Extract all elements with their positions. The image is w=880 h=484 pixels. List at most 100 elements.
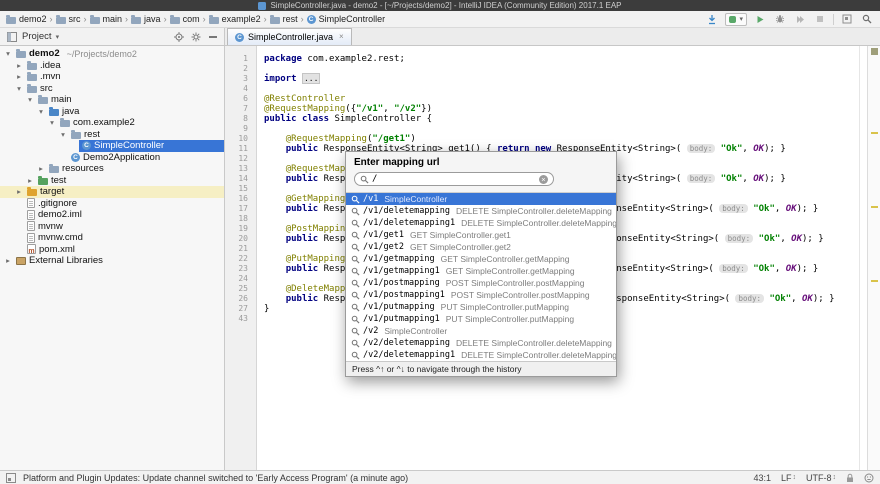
tree-item[interactable]: demo2.iml (0, 209, 224, 221)
tree-item[interactable]: ▾ main (0, 94, 224, 106)
mapping-item[interactable]: /v1/getmapping1 GET SimpleController.getM… (346, 265, 616, 277)
tree-item-label: External Libraries (29, 255, 103, 267)
arrow-down-icon[interactable]: ▾ (47, 117, 57, 128)
mapping-item[interactable]: /v2/deletemapping DELETE SimpleController… (346, 337, 616, 349)
tree-item[interactable]: ▾ java (0, 106, 224, 118)
encoding-selector[interactable]: UTF-8 ↕ (806, 473, 836, 483)
arrow-down-icon[interactable]: ▾ (3, 48, 13, 59)
mapping-path: /v1/putmapping (363, 302, 435, 312)
close-icon[interactable]: × (337, 33, 344, 41)
arrow-right-icon[interactable]: ▸ (25, 175, 35, 186)
tree-item[interactable]: SimpleController (0, 140, 224, 152)
mapping-item[interactable]: /v1/get2 GET SimpleController.get2 (346, 241, 616, 253)
tree-item[interactable]: ▸ resources (0, 163, 224, 175)
breadcrumb-item[interactable]: main (89, 14, 122, 24)
tree-item[interactable]: .gitignore (0, 198, 224, 210)
code-line[interactable]: 4 (225, 84, 880, 94)
mapping-item[interactable]: /v1/get1 GET SimpleController.get1 (346, 229, 616, 241)
tree-item[interactable]: mvnw.cmd (0, 232, 224, 244)
mapping-search-input[interactable]: / × (354, 172, 554, 186)
debug-button[interactable] (773, 13, 787, 26)
search-everywhere-icon[interactable] (860, 13, 874, 26)
breadcrumb-item[interactable]: src (55, 14, 81, 24)
run-button[interactable] (753, 13, 767, 26)
arrow-down-icon[interactable]: ▾ (14, 83, 24, 94)
highlighting-level-icon[interactable] (864, 473, 874, 483)
gear-icon[interactable] (189, 30, 202, 43)
tree-item[interactable]: pom.xml (0, 244, 224, 256)
clear-icon[interactable]: × (539, 174, 548, 184)
code-line[interactable]: 2 (225, 64, 880, 74)
mapping-detail: SimpleController (384, 326, 448, 336)
breadcrumb-item[interactable]: SimpleController (306, 14, 385, 24)
arrow-right-icon[interactable]: ▸ (14, 71, 24, 82)
tree-item[interactable]: ▾ demo2 ~/Projects/demo2 (0, 48, 224, 60)
tree-item[interactable]: mvnw (0, 221, 224, 233)
code-line[interactable]: 7 @RequestMapping({"/v1", "/v2"}) (225, 104, 880, 114)
mapping-item[interactable]: /v1/deletemapping DELETE SimpleController… (346, 205, 616, 217)
status-message[interactable]: Platform and Plugin Updates: Update chan… (23, 473, 408, 483)
tree-item[interactable]: ▾ src (0, 83, 224, 95)
mapping-item[interactable]: /v1 SimpleController (346, 193, 616, 205)
stop-button[interactable] (813, 13, 827, 26)
scroll-from-source-icon[interactable] (172, 30, 185, 43)
breadcrumb-item[interactable]: example2 (208, 14, 261, 24)
run-configuration-selector[interactable]: ▾ (725, 12, 747, 26)
line-ending-selector[interactable]: LF ↕ (781, 473, 796, 483)
line-number: 18 (238, 214, 248, 223)
code-line[interactable]: 6 @RestController (225, 94, 880, 104)
editor[interactable]: 1 package com.example2.rest; 2 3 import ... 4… (225, 46, 880, 470)
lock-icon[interactable] (846, 473, 854, 483)
tab-simplecontroller[interactable]: SimpleController.java × (227, 28, 352, 45)
code-line[interactable]: 3 import ... (225, 73, 880, 84)
tree-item[interactable]: ▸ test (0, 175, 224, 187)
mapping-item[interactable]: /v1/getmapping GET SimpleController.getMa… (346, 253, 616, 265)
code-line[interactable]: 8 public class SimpleController { (225, 114, 880, 124)
arrow-right-icon[interactable]: ▸ (36, 163, 46, 174)
warning-mark[interactable] (871, 132, 878, 134)
tree-item[interactable]: ▾ com.example2 (0, 117, 224, 129)
mapping-item[interactable]: /v1/postmapping1 POST SimpleController.po… (346, 289, 616, 301)
arrow-right-icon[interactable]: ▸ (3, 255, 13, 266)
mapping-item[interactable]: /v1/putmapping1 PUT SimpleController.putM… (346, 313, 616, 325)
caret-position[interactable]: 43:1 (753, 473, 771, 483)
mapping-item[interactable]: /v1/postmapping POST SimpleController.pos… (346, 277, 616, 289)
update-project-icon[interactable] (705, 13, 719, 26)
coverage-button[interactable] (793, 13, 807, 26)
breadcrumb-item[interactable]: com (169, 14, 200, 24)
mapping-detail: GET SimpleController.getMapping (440, 254, 570, 264)
inspections-indicator[interactable] (871, 48, 878, 55)
code-text: package com.example2.rest; (257, 54, 405, 64)
mapping-item[interactable]: /v2/deletemapping1 DELETE SimpleControlle… (346, 349, 616, 361)
project-structure-icon[interactable] (840, 13, 854, 26)
code-line[interactable]: 9 (225, 124, 880, 134)
arrow-down-icon[interactable]: ▾ (36, 106, 46, 117)
mapping-item[interactable]: /v1/putmapping PUT SimpleController.putMa… (346, 301, 616, 313)
tree-item[interactable]: ▾ rest (0, 129, 224, 141)
tree-item[interactable]: ▸ External Libraries (0, 255, 224, 267)
breadcrumb-item[interactable]: demo2 (6, 14, 47, 24)
code-line[interactable]: 1 package com.example2.rest; (225, 54, 880, 64)
code-line[interactable]: 10 @RequestMapping("/get1") (225, 134, 880, 144)
mapping-item[interactable]: /v1/deletemapping1 DELETE SimpleControlle… (346, 217, 616, 229)
chevron-down-icon[interactable]: ▾ (56, 33, 60, 41)
tree-item[interactable]: ▸ .mvn (0, 71, 224, 83)
toolwindow-toggle-icon[interactable] (6, 472, 16, 483)
warning-mark[interactable] (871, 206, 878, 208)
tree-item[interactable]: ▸ .idea (0, 60, 224, 72)
hide-panel-icon[interactable] (206, 30, 219, 43)
breadcrumb-item[interactable]: rest (269, 14, 298, 24)
arrow-down-icon[interactable]: ▾ (25, 94, 35, 105)
project-panel-title[interactable]: Project (22, 31, 52, 42)
arrow-right-icon[interactable]: ▸ (14, 186, 24, 197)
arrow-right-icon[interactable]: ▸ (14, 60, 24, 71)
tree-item[interactable]: ▸ target (0, 186, 224, 198)
breadcrumb-item[interactable]: java (131, 14, 161, 24)
warning-mark[interactable] (871, 280, 878, 282)
folder-icon (38, 95, 48, 105)
arrow-down-icon[interactable]: ▾ (58, 129, 68, 140)
code-token: public (285, 294, 319, 304)
tree-item[interactable]: Demo2Application (0, 152, 224, 164)
mapping-item[interactable]: /v2 SimpleController (346, 325, 616, 337)
folder-icon (269, 14, 280, 24)
